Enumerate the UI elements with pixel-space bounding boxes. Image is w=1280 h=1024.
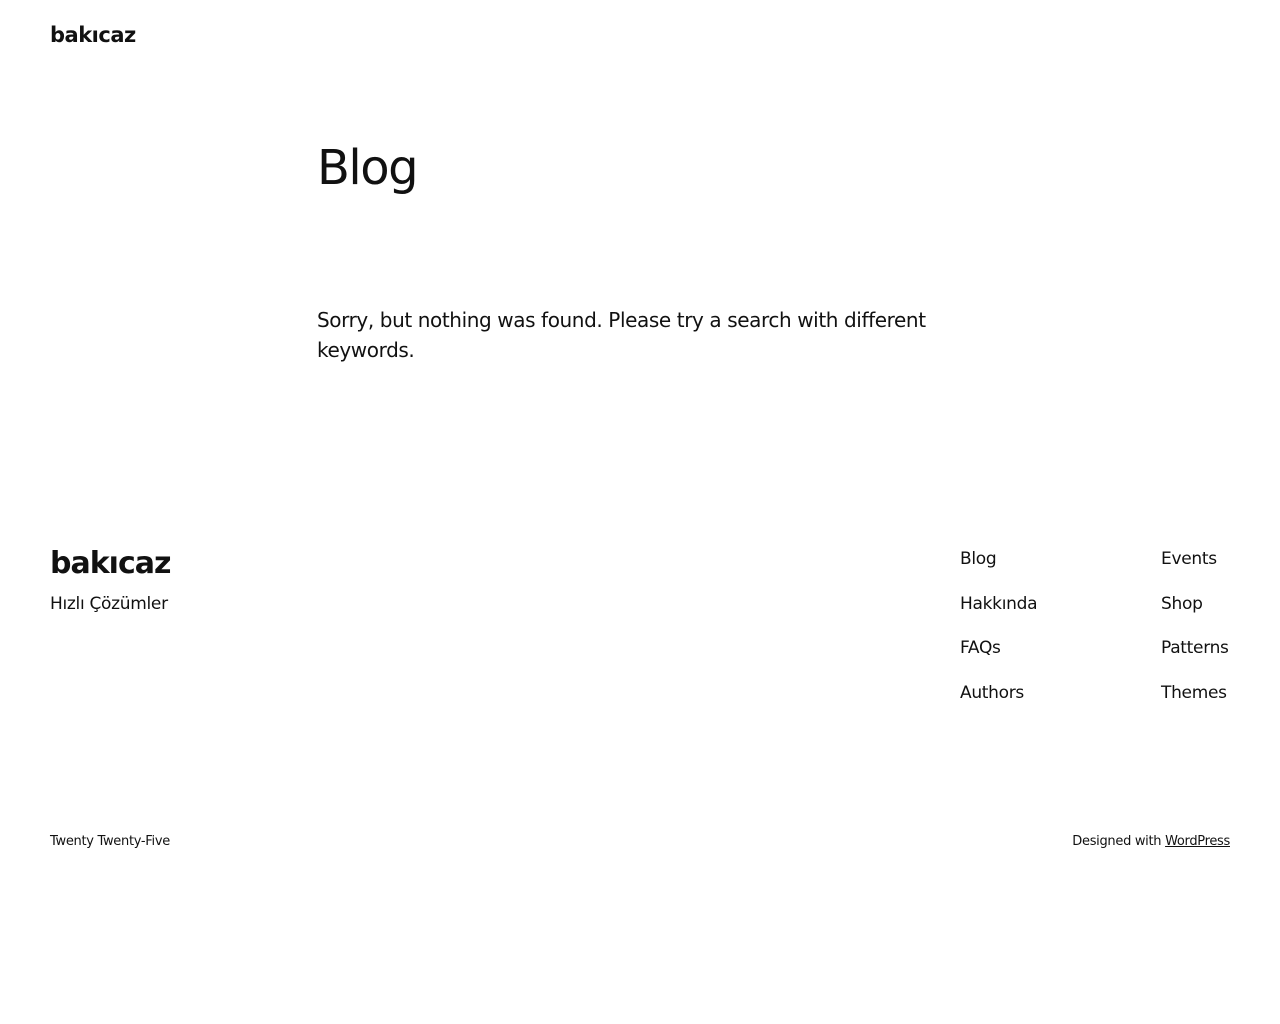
footer-nav-link-hakkinda[interactable]: Hakkında: [960, 594, 1038, 614]
no-results-message: Sorry, but nothing was found. Please try…: [317, 308, 926, 362]
footer-nav-link-themes[interactable]: Themes: [1161, 683, 1227, 703]
footer-nav-item: FAQs: [960, 635, 1037, 680]
footer-credit: Designed with WordPress: [1072, 832, 1230, 852]
site-title-link[interactable]: bakıcaz: [50, 20, 136, 50]
footer-nav-item: Blog: [960, 546, 1037, 591]
footer-site-title-link[interactable]: bakıcaz: [50, 544, 171, 584]
theme-name: Twenty Twenty-Five: [50, 834, 170, 849]
footer-nav-link-patterns[interactable]: Patterns: [1161, 638, 1229, 658]
footer-nav-link-events[interactable]: Events: [1161, 549, 1217, 569]
footer-nav-link-faqs[interactable]: FAQs: [960, 638, 1001, 658]
footer-nav-link-authors[interactable]: Authors: [960, 683, 1024, 703]
footer-nav-item: Authors: [960, 680, 1037, 725]
footer-nav-link-blog[interactable]: Blog: [960, 549, 997, 569]
footer-brand: bakıcaz Hızlı Çözümler: [50, 544, 171, 614]
footer-nav-column-1: Blog Hakkında FAQs Authors: [960, 546, 1038, 725]
footer-nav-item: Shop: [1161, 591, 1229, 636]
footer-nav-link-shop[interactable]: Shop: [1161, 594, 1203, 614]
wordpress-link[interactable]: WordPress: [1165, 834, 1230, 849]
page-title: Blog: [317, 140, 419, 196]
footer-tagline: Hızlı Çözümler: [50, 594, 168, 614]
credit-prefix: Designed with: [1072, 834, 1166, 849]
footer-nav-item: Patterns: [1161, 635, 1229, 680]
footer-nav-item: Themes: [1161, 680, 1229, 725]
footer-nav-item: Events: [1161, 546, 1229, 591]
footer-nav-item: Hakkında: [960, 591, 1038, 636]
footer-nav-column-2: Events Shop Patterns Themes: [1161, 546, 1229, 724]
